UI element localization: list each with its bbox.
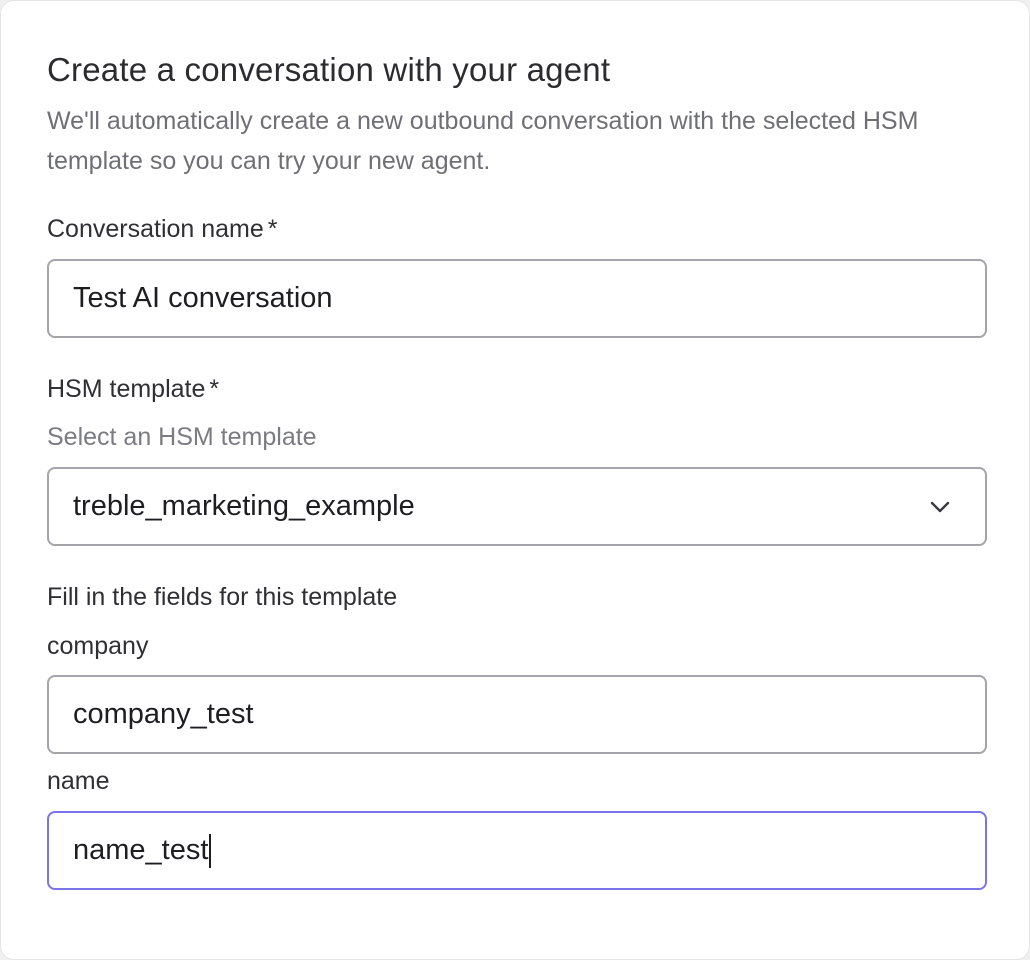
company-field-label: company — [47, 632, 149, 660]
hsm-template-label: HSM template * — [47, 375, 219, 404]
hsm-template-label-text: HSM template — [47, 375, 206, 403]
create-conversation-dialog: Create a conversation with your agent We… — [0, 0, 1030, 960]
conversation-name-label-text: Conversation name — [47, 215, 264, 243]
conversation-name-input[interactable]: Test AI conversation — [47, 259, 987, 338]
company-input[interactable]: company_test — [47, 675, 987, 754]
company-value: company_test — [73, 698, 254, 730]
conversation-name-value: Test AI conversation — [73, 282, 333, 314]
dialog-title: Create a conversation with your agent — [47, 51, 611, 88]
dialog-description: We'll automatically create a new outboun… — [47, 107, 919, 175]
conversation-name-label: Conversation name * — [47, 215, 278, 244]
required-marker: * — [209, 375, 220, 403]
chevron-down-icon[interactable] — [929, 496, 951, 518]
template-fields-heading: Fill in the fields for this template — [47, 583, 398, 611]
name-value: name_test — [73, 834, 209, 866]
name-field-label: name — [47, 767, 110, 795]
hsm-template-selected-value: treble_marketing_example — [73, 490, 415, 522]
hsm-template-hint: Select an HSM template — [47, 423, 317, 451]
text-caret — [209, 833, 212, 868]
hsm-template-select[interactable]: treble_marketing_example — [47, 467, 987, 546]
name-input[interactable]: name_test — [47, 811, 987, 890]
required-marker: * — [267, 215, 278, 243]
